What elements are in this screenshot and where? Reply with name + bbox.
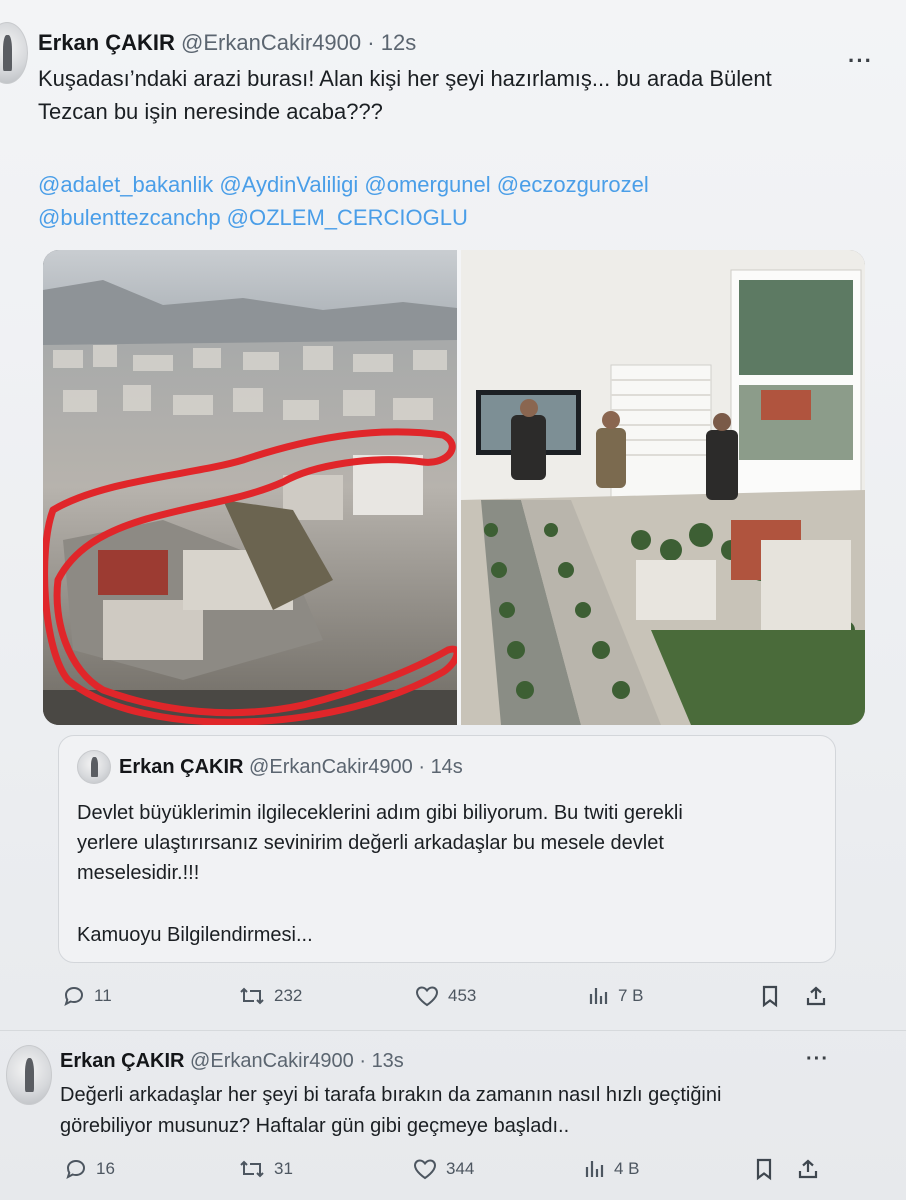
author-name[interactable]: Erkan ÇAKIR — [60, 1050, 184, 1072]
share-icon — [798, 1159, 818, 1179]
tweet-text-line: Kuşadası’ndaki arazi burası! Alan kişi h… — [38, 66, 772, 91]
heart-icon — [415, 986, 439, 1007]
tweet-divider — [0, 1030, 906, 1031]
avatar[interactable] — [0, 22, 28, 84]
project-model-photo[interactable] — [461, 250, 865, 725]
repost-icon — [240, 1160, 264, 1178]
author-name[interactable]: Erkan ÇAKIR — [38, 30, 175, 55]
tweet-time[interactable]: 13s — [372, 1050, 404, 1072]
header-separator: · — [367, 30, 375, 55]
tweet-text: Kuşadası’ndaki arazi burası! Alan kişi h… — [38, 62, 878, 128]
like-count: 344 — [446, 1159, 475, 1178]
share-icon — [806, 986, 826, 1006]
reply-count: 16 — [96, 1159, 115, 1178]
reply-count: 11 — [94, 986, 112, 1005]
like-button[interactable]: 344 — [412, 1157, 474, 1181]
bookmark-icon — [756, 1158, 772, 1181]
heart-icon — [413, 1159, 437, 1180]
quote-author-name: Erkan ÇAKIR — [119, 756, 244, 778]
views-count: 4 B — [614, 1159, 640, 1178]
quote-text-line: meselesidir.!!! — [77, 862, 200, 884]
quote-header: Erkan ÇAKIR @ErkanCakir4900 · 14s — [119, 756, 463, 779]
tweet-mentions: @adalet_bakanlik @AydinValiligi @omergun… — [38, 168, 649, 234]
header-separator: · — [418, 756, 425, 778]
reply-icon — [64, 986, 84, 1007]
views-button[interactable]: 7 B — [588, 984, 644, 1008]
repost-button[interactable]: 232 — [238, 984, 302, 1008]
repost-count: 232 — [274, 986, 303, 1005]
quote-text: Devlet büyüklerimin ilgileceklerini adım… — [77, 798, 827, 950]
bookmark-button[interactable] — [754, 1157, 774, 1181]
like-button[interactable]: 453 — [414, 984, 476, 1008]
reply-button[interactable]: 11 — [62, 984, 112, 1008]
tweet-header: Erkan ÇAKIR @ErkanCakir4900 · 13s — [60, 1050, 404, 1073]
tweet-text-line: Değerli arkadaşlar her şeyi bi tarafa bı… — [60, 1084, 722, 1106]
quote-text-line: yerlere ulaştırırsanız sevinirim değerli… — [77, 832, 664, 854]
tweet-actions: 16 31 344 4 B — [0, 1153, 906, 1183]
views-icon — [589, 988, 608, 1004]
header-separator: · — [359, 1050, 366, 1072]
quote-text-line: Devlet büyüklerimin ilgileceklerini adım… — [77, 802, 683, 824]
avatar[interactable] — [6, 1045, 52, 1105]
tweet-text-line: görebiliyor musunuz? Haftalar gün gibi g… — [60, 1115, 570, 1137]
avatar-figure — [24, 1057, 35, 1093]
avatar-figure — [3, 35, 12, 71]
bookmark-button[interactable] — [760, 984, 780, 1008]
share-button[interactable] — [796, 1157, 820, 1181]
like-count: 453 — [448, 986, 477, 1005]
repost-count: 31 — [274, 1159, 293, 1178]
views-count: 7 B — [618, 986, 644, 1005]
views-icon — [585, 1161, 604, 1177]
timeline: Erkan ÇAKIR @ErkanCakir4900 · 12s ··· Ku… — [0, 0, 906, 1200]
tweet-text: Değerli arkadaşlar her şeyi bi tarafa bı… — [60, 1080, 890, 1142]
tweet-actions: 11 232 453 7 B — [0, 980, 906, 1010]
repost-icon — [240, 987, 264, 1005]
quote-text-line: Kamuoyu Bilgilendirmesi... — [77, 924, 313, 946]
tweet-header: Erkan ÇAKIR @ErkanCakir4900 · 12s — [38, 30, 416, 56]
reply-button[interactable]: 16 — [64, 1157, 115, 1181]
views-button[interactable]: 4 B — [584, 1157, 640, 1181]
aerial-photo[interactable] — [43, 250, 457, 725]
quote-time: 14s — [430, 756, 463, 778]
tweet-text-line: Tezcan bu işin neresinde acaba??? — [38, 99, 383, 124]
reply-icon — [66, 1159, 86, 1180]
mention-line[interactable]: @bulenttezcanchp @OZLEM_CERCIOGLU — [38, 201, 649, 234]
tweet-media[interactable] — [43, 250, 865, 725]
quoted-tweet[interactable]: Erkan ÇAKIR @ErkanCakir4900 · 14s Devlet… — [58, 735, 836, 963]
quote-spacer — [77, 888, 827, 920]
mention-line[interactable]: @adalet_bakanlik @AydinValiligi @omergun… — [38, 168, 649, 201]
share-button[interactable] — [804, 984, 828, 1008]
more-options-icon[interactable]: ··· — [806, 1048, 829, 1071]
bookmark-icon — [762, 985, 778, 1008]
author-handle[interactable]: @ErkanCakir4900 — [181, 30, 361, 55]
quote-author-handle: @ErkanCakir4900 — [249, 756, 413, 778]
avatar-figure — [90, 757, 98, 777]
quote-avatar[interactable] — [77, 750, 111, 784]
tweet-time[interactable]: 12s — [381, 30, 416, 55]
author-handle[interactable]: @ErkanCakir4900 — [190, 1050, 354, 1072]
repost-button[interactable]: 31 — [238, 1157, 293, 1181]
